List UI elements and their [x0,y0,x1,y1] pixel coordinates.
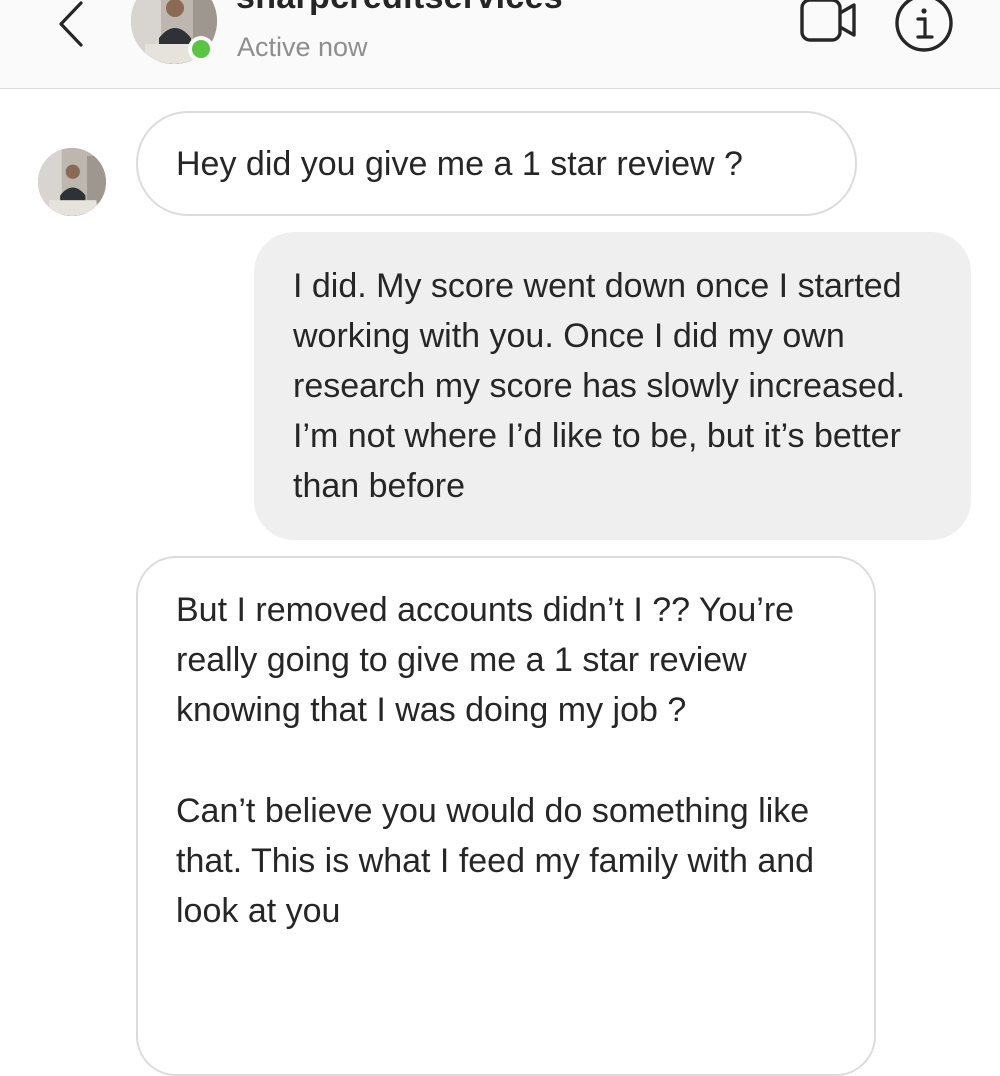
chat-header: sharpcreditservices Active now [0,0,1000,89]
message-paragraph: Can’t believe you would do something lik… [176,792,815,930]
activity-status: Active now [237,32,368,62]
message-text: Hey did you give me a 1 star review ? [176,145,743,183]
message-bubble-outgoing[interactable]: I did. My score went down once I started… [254,232,971,540]
chat-username[interactable]: sharpcreditservices [236,0,563,17]
message-bubble-incoming[interactable]: Hey did you give me a 1 star review ? [136,111,857,216]
back-button[interactable] [46,0,96,50]
online-status-dot [188,36,214,62]
message-bubble-incoming[interactable]: But I removed accounts didn’t I ?? You’r… [136,556,876,1076]
message-text: I did. My score went down once I started… [293,267,906,505]
video-camera-icon [800,0,856,42]
video-call-button[interactable] [796,0,862,48]
info-icon [895,0,953,52]
avatar-photo [38,148,106,216]
message-paragraph: But I removed accounts didn’t I ?? You’r… [176,591,795,729]
info-button[interactable] [893,0,955,54]
chevron-left-icon [59,1,83,47]
sender-avatar[interactable] [38,148,106,216]
